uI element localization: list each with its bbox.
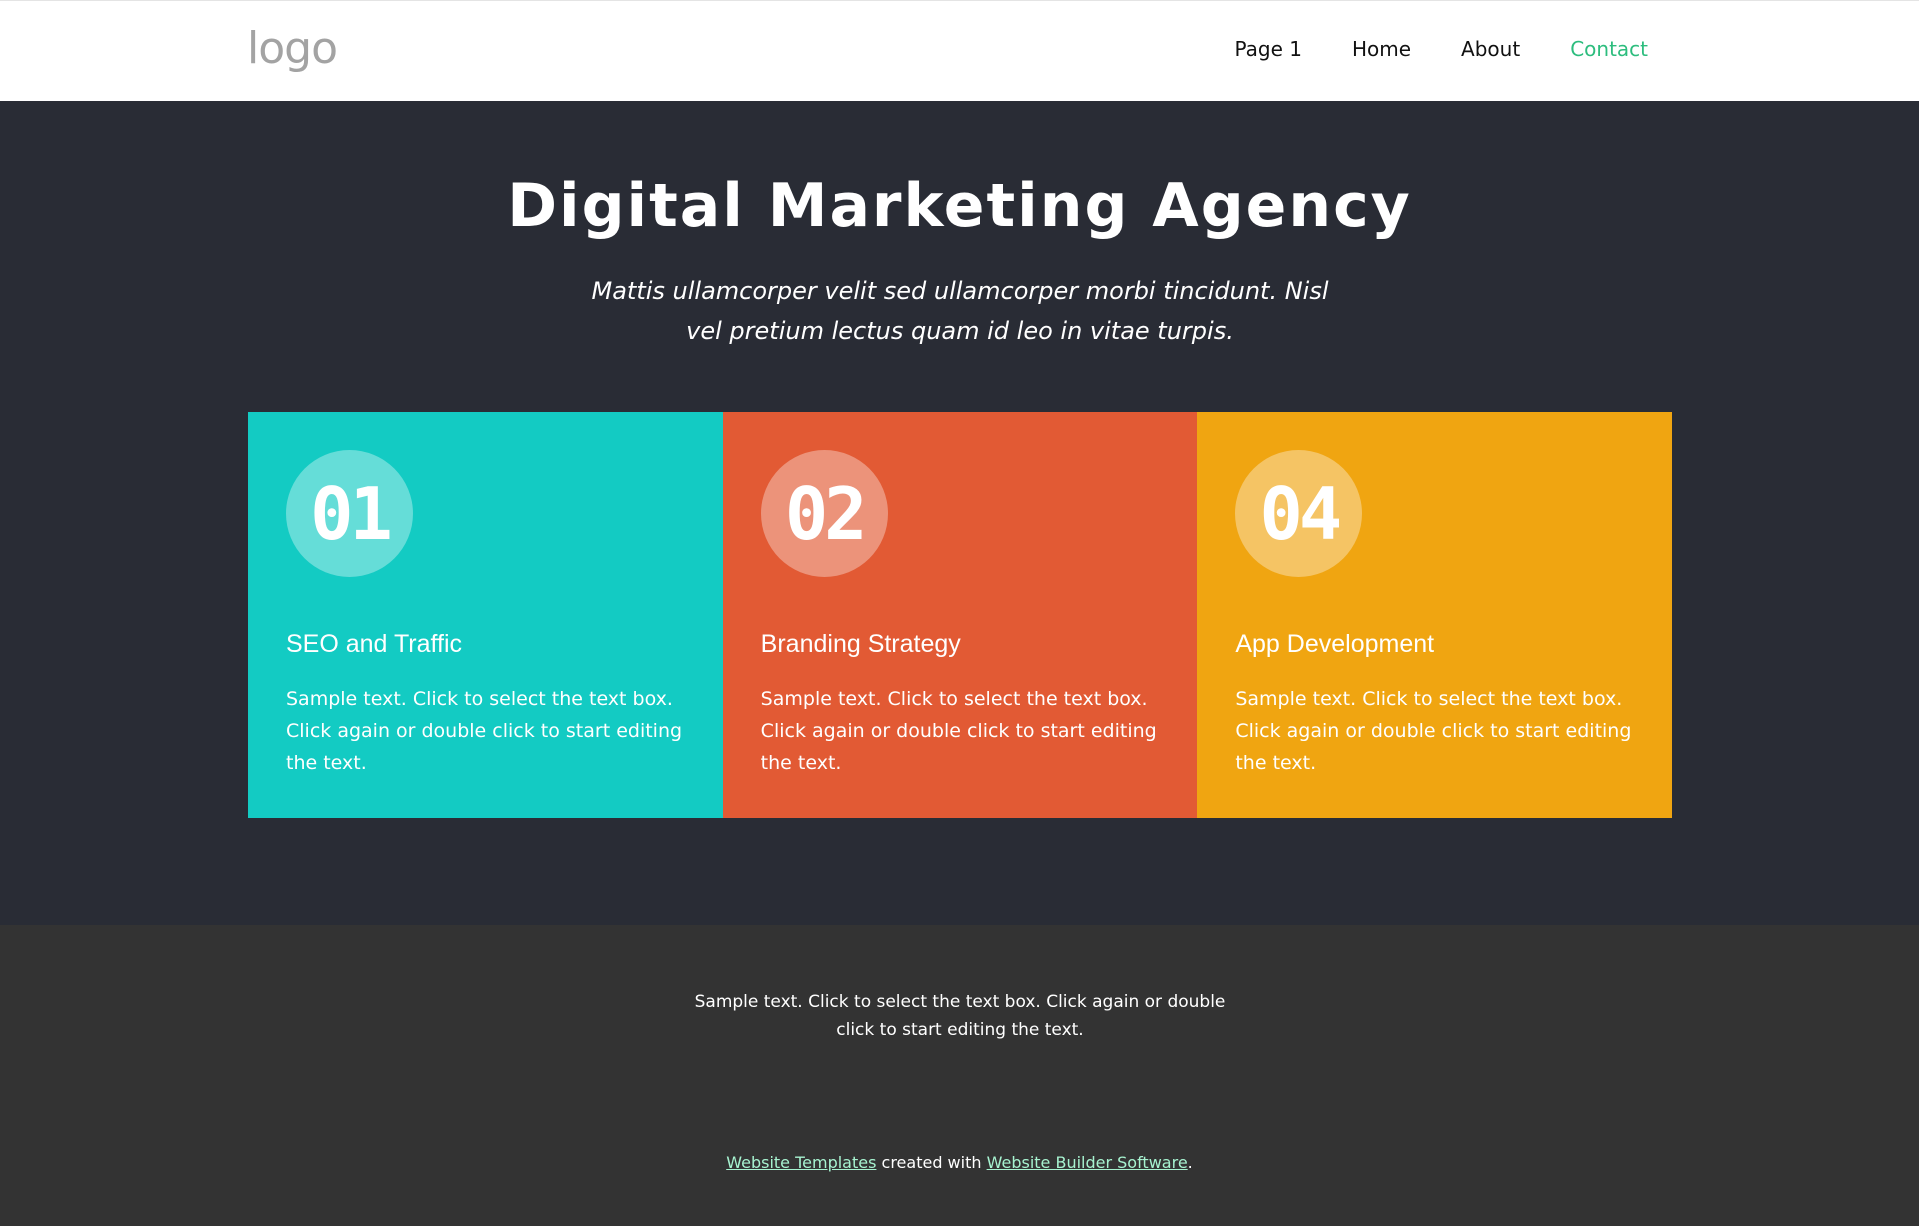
- service-card-branding: 02 Branding Strategy Sample text. Click …: [722, 412, 1198, 818]
- logo[interactable]: logo: [247, 23, 338, 74]
- service-card-seo: 01 SEO and Traffic Sample text. Click to…: [248, 412, 723, 818]
- card-title: Branding Strategy: [760, 630, 961, 658]
- hero-subtitle: Mattis ullamcorper velit sed ullamcorper…: [591, 277, 1329, 345]
- nav-item-contact[interactable]: Contact: [1570, 37, 1648, 61]
- main-nav: Page 1 Home About Contact: [1234, 37, 1648, 61]
- card-title: SEO and Traffic: [286, 630, 463, 658]
- credit-text: created with: [876, 1153, 987, 1172]
- site-footer: Sample text. Click to select the text bo…: [0, 925, 1919, 1226]
- hero-section: Digital Marketing Agency Mattis ullamcor…: [0, 101, 1919, 925]
- page-title: Digital Marketing Agency: [507, 171, 1412, 241]
- card-title: App Development: [1235, 630, 1435, 658]
- card-text: Sample text. Click to select the text bo…: [286, 688, 683, 774]
- number-badge: 04: [1235, 450, 1363, 577]
- website-templates-link[interactable]: Website Templates: [726, 1153, 876, 1172]
- nav-item-page-1[interactable]: Page 1: [1234, 37, 1302, 61]
- service-card-app-development: 04 App Development Sample text. Click to…: [1197, 412, 1673, 818]
- website-builder-link[interactable]: Website Builder Software: [987, 1153, 1188, 1172]
- nav-item-home[interactable]: Home: [1352, 37, 1411, 61]
- card-text: Sample text. Click to select the text bo…: [1235, 688, 1632, 774]
- service-cards: 01 SEO and Traffic Sample text. Click to…: [248, 412, 1673, 818]
- card-text: Sample text. Click to select the text bo…: [760, 688, 1157, 774]
- nav-item-about[interactable]: About: [1461, 37, 1520, 61]
- credit-end: .: [1187, 1153, 1193, 1172]
- footer-text: Sample text. Click to select the text bo…: [694, 992, 1226, 1040]
- site-header: logo Page 1 Home About Contact: [0, 0, 1919, 101]
- number-badge: 02: [760, 450, 888, 577]
- footer-credits: Website Templates created with Website B…: [0, 1153, 1919, 1172]
- number-badge: 01: [286, 450, 413, 577]
